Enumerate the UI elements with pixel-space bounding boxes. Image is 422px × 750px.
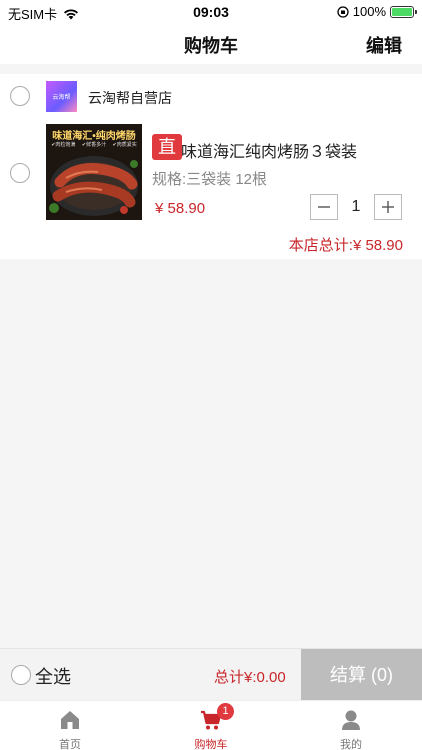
tab-cart[interactable]: 1 购物车 [161, 701, 261, 750]
status-bar: 无SIM卡 09:03 100% [0, 0, 422, 24]
shop-total: 本店总计:¥ 58.90 [288, 237, 403, 254]
product-image[interactable]: 味道海汇•纯肉烤肠 ✔肉粒饱满 ✔鲜香多汁 ✔肉质紧实 [46, 124, 142, 220]
item-select-radio[interactable] [10, 163, 30, 183]
plus-icon [382, 201, 394, 213]
tab-cart-label: 购物车 [194, 739, 228, 750]
tab-bar: 首页 1 购物车 我的 [0, 700, 422, 750]
product-image-tags: ✔肉粒饱满 ✔鲜香多汁 ✔肉质紧实 [48, 141, 140, 148]
battery-fill [392, 7, 412, 16]
increase-button[interactable] [374, 194, 402, 220]
minus-icon [318, 206, 330, 208]
image-tag: ✔肉粒饱满 [51, 142, 76, 148]
select-all-radio[interactable] [11, 665, 31, 685]
quantity-stepper: 1 [310, 194, 402, 220]
shop-name[interactable]: 云淘帮自营店 [88, 88, 172, 108]
status-right: 100% [337, 4, 417, 19]
battery-percent: 100% [352, 4, 386, 19]
cart-item: 味道海汇•纯肉烤肠 ✔肉粒饱满 ✔鲜香多汁 ✔肉质紧实 直 味道海汇纯肉烤肠３袋… [0, 118, 422, 228]
checkout-button[interactable]: 结算 (0) [301, 649, 422, 701]
tab-profile-label: 我的 [340, 739, 362, 750]
orientation-lock-icon [337, 5, 349, 18]
select-all-label[interactable]: 全选 [35, 663, 71, 689]
decrease-button[interactable] [310, 194, 338, 220]
nav-bar: 购物车 编辑 [0, 24, 422, 64]
image-tag: ✔肉质紧实 [112, 142, 137, 148]
shop-header: 云淘帮 云淘帮自营店 [0, 74, 422, 118]
shop-logo: 云淘帮 [46, 81, 77, 112]
quantity-value[interactable]: 1 [338, 194, 374, 220]
tab-profile[interactable]: 我的 [301, 701, 401, 750]
profile-icon [342, 710, 360, 730]
product-spec: 规格:三袋装 12根 [152, 171, 268, 188]
product-name[interactable]: 味道海汇纯肉烤肠３袋装 [181, 138, 357, 162]
product-price: ¥ 58.90 [155, 200, 206, 217]
tab-home[interactable]: 首页 [20, 701, 120, 750]
cart-count-badge: 1 [217, 703, 234, 720]
home-icon [61, 711, 79, 729]
checkout-bar: 全选 总计¥:0.00 结算 (0) [0, 648, 422, 701]
shop-card: 云淘帮 云淘帮自营店 味道海汇•纯肉烤肠 ✔肉粒饱满 ✔鲜香多汁 ✔肉质紧实 直… [0, 74, 422, 259]
shop-logo-text: 云淘帮 [52, 95, 71, 101]
shop-select-radio[interactable] [10, 86, 30, 106]
page-title: 购物车 [184, 36, 238, 56]
product-image-title: 味道海汇•纯肉烤肠 [52, 131, 136, 142]
image-tag: ✔鲜香多汁 [81, 142, 107, 148]
edit-button[interactable]: 编辑 [366, 32, 402, 58]
cart-total: 总计¥:0.00 [214, 669, 286, 686]
battery-icon [390, 5, 417, 18]
direct-sale-badge: 直 [152, 134, 182, 160]
tab-home-label: 首页 [59, 739, 81, 750]
